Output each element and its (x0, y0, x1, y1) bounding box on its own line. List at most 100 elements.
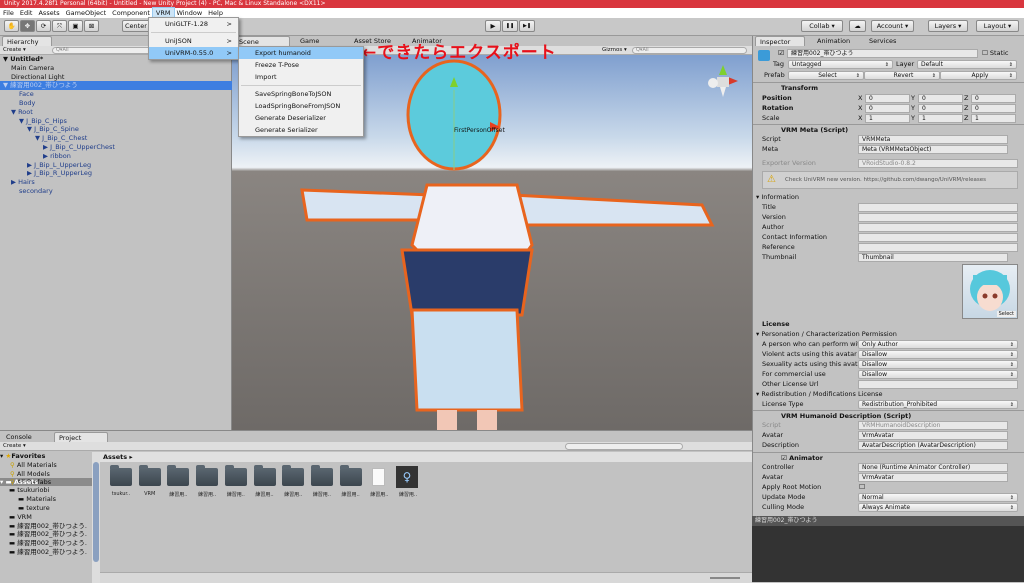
menu-item-unigltf[interactable]: UniGLTF-1.28 > (149, 18, 238, 30)
play-button[interactable]: ▶ (485, 20, 501, 32)
transform-z-field[interactable]: 0 (971, 94, 1016, 103)
folder-icon[interactable] (282, 465, 305, 486)
foldout-arrow-icon[interactable]: ▼ (3, 55, 8, 63)
menu-item-import[interactable]: Import (239, 71, 363, 83)
asset-folder-item[interactable]: ▬ tsukuriobi (0, 486, 92, 495)
controller-field[interactable]: None (Runtime Animator Controller) (858, 463, 1008, 472)
active-checkbox[interactable]: ☑ (778, 49, 784, 57)
hierarchy-item[interactable]: Face (0, 90, 232, 99)
foldout-arrow-icon[interactable]: ▼ (19, 117, 24, 125)
thumbnail-select-button[interactable]: Select (996, 311, 1016, 317)
menu-item-univrm[interactable]: UniVRM-0.55.0 > (149, 47, 238, 59)
assets-breadcrumb[interactable]: Assets ▸ (100, 452, 752, 462)
menu-item-generate-serializer[interactable]: Generate Serializer (239, 124, 363, 136)
tab-inspector[interactable]: Inspector (755, 36, 805, 46)
menu-gameobject[interactable]: GameObject (63, 8, 110, 18)
transform-x-field[interactable]: 0 (865, 104, 910, 113)
folder-icon[interactable] (253, 465, 276, 486)
hierarchy-item[interactable]: secondary (0, 187, 232, 196)
hierarchy-item[interactable]: ▶ ribbon (0, 152, 232, 161)
scale-tool-icon[interactable]: ⤧ (52, 20, 67, 32)
tab-hierarchy[interactable]: Hierarchy (2, 36, 52, 46)
project-search-input[interactable] (565, 443, 683, 450)
asset-folder-item[interactable]: ▬ 練習用002_帯ひつよう. (0, 530, 92, 539)
hierarchy-item[interactable]: ▼ Root (0, 108, 232, 117)
info-field-input[interactable] (858, 233, 1018, 242)
scene-gizmo-icon[interactable] (706, 63, 740, 99)
tab-game[interactable]: Game (296, 36, 342, 46)
folder-icon[interactable] (196, 465, 219, 486)
prefab-revert-button[interactable]: Revert (864, 71, 940, 80)
foldout-arrow-icon[interactable]: ▶ (11, 178, 16, 186)
apply-root-motion-checkbox[interactable]: ☐ (859, 483, 865, 491)
folder-icon[interactable] (138, 465, 161, 486)
meta-script-field[interactable]: VRMMeta (858, 135, 1008, 144)
layers-button[interactable]: Layers ▾ (928, 20, 968, 32)
thumbnail-field[interactable]: Thumbnail (858, 253, 1008, 262)
hierarchy-item[interactable]: ▶ J_Bip_L_UpperLeg (0, 161, 232, 170)
hand-tool-icon[interactable]: ✋ (4, 20, 19, 32)
hierarchy-item[interactable]: ▶ J_Bip_R_UpperLeg (0, 169, 232, 178)
menu-file[interactable]: File (0, 8, 17, 18)
folder-icon[interactable] (224, 465, 247, 486)
gizmos-button[interactable]: Gizmos ▾ (602, 47, 627, 53)
layer-dropdown[interactable]: Default (917, 60, 1017, 69)
foldout-arrow-icon[interactable]: ▼ (3, 81, 8, 89)
permission-dropdown[interactable]: Disallow (858, 360, 1018, 369)
permission-dropdown[interactable]: Disallow (858, 350, 1018, 359)
cloud-icon[interactable]: ☁ (849, 20, 866, 32)
pause-button[interactable]: ❚❚ (502, 20, 518, 32)
transform-y-field[interactable]: 1 (918, 114, 963, 123)
object-name-input[interactable]: 練習用002_帯ひつよう (787, 49, 978, 58)
other-license-field[interactable] (858, 380, 1018, 389)
info-field-input[interactable] (858, 243, 1018, 252)
favorites-foldout[interactable]: ▾ ★Favorites (0, 452, 92, 461)
prefab-select-button[interactable]: Select (788, 71, 864, 80)
menu-item-unijson[interactable]: UniJSON > (149, 35, 238, 47)
hierarchy-item[interactable]: ▶ Hairs (0, 178, 232, 187)
hierarchy-create-button[interactable]: Create ▾ (3, 47, 26, 53)
license-type-dropdown[interactable]: Redistribution_Prohibited (858, 400, 1018, 409)
permission-dropdown[interactable]: Only Author (858, 340, 1018, 349)
meta-field[interactable]: Meta (VRMMetaObject) (858, 145, 1008, 154)
rotate-tool-icon[interactable]: ⟳ (36, 20, 51, 32)
hierarchy-item[interactable]: Body (0, 99, 232, 108)
animator-avatar-field[interactable]: VrmAvatar (858, 473, 1008, 482)
pivot-center-button[interactable]: Center (122, 20, 150, 32)
folder-icon[interactable] (339, 465, 362, 486)
foldout-arrow-icon[interactable]: ▶ (27, 169, 32, 177)
folder-icon[interactable] (110, 465, 132, 486)
menu-item-save-springbone[interactable]: SaveSpringBoneToJSON (239, 88, 363, 100)
icon-size-slider[interactable] (710, 577, 740, 579)
menu-edit[interactable]: Edit (17, 8, 36, 18)
transform-y-field[interactable]: 0 (918, 104, 963, 113)
humanoid-description-field[interactable]: AvatarDescription (AvatarDescription) (858, 441, 1008, 450)
menu-item-generate-deserializer[interactable]: Generate Deserializer (239, 112, 363, 124)
asset-folder-item[interactable]: ▬ 練習用002_帯ひつよう. (0, 548, 92, 557)
collab-button[interactable]: Collab ▾ (801, 20, 843, 32)
info-field-input[interactable] (858, 213, 1018, 222)
foldout-arrow-icon[interactable]: ▼ (11, 108, 16, 116)
transform-y-field[interactable]: 0 (918, 94, 963, 103)
folder-icon[interactable] (310, 465, 333, 486)
static-toggle[interactable]: ☐ Static (982, 48, 1009, 58)
foldout-arrow-icon[interactable]: ▶ (27, 161, 32, 169)
folder-icon[interactable] (167, 465, 190, 486)
update-mode-dropdown[interactable]: Normal (858, 493, 1018, 502)
asset-folder-item[interactable]: ▬ VRM (0, 513, 92, 522)
hierarchy-item[interactable]: ▼ 練習用002_帯ひつよう (0, 81, 232, 91)
asset-folder-item[interactable]: ▬ 練習用002_帯ひつよう. (0, 539, 92, 548)
layout-button[interactable]: Layout ▾ (976, 20, 1019, 32)
information-foldout[interactable]: ▾ Information (756, 192, 799, 202)
foldout-arrow-icon[interactable]: ▼ (27, 125, 32, 133)
info-field-input[interactable] (858, 203, 1018, 212)
menu-item-export-humanoid[interactable]: Export humanoid (239, 47, 363, 59)
foldout-arrow-icon[interactable]: ▼ (35, 134, 40, 142)
transform-header[interactable]: Transform (753, 82, 1024, 93)
asset-folder-item[interactable]: ▬ Materials (0, 495, 92, 504)
menu-item-freeze-t-pose[interactable]: Freeze T-Pose (239, 59, 363, 71)
menu-component[interactable]: Component (109, 8, 153, 18)
asset-folder-item[interactable]: ▬ texture (0, 504, 92, 513)
foldout-arrow-icon[interactable]: ▶ (43, 143, 48, 151)
tag-dropdown[interactable]: Untagged (788, 60, 893, 69)
